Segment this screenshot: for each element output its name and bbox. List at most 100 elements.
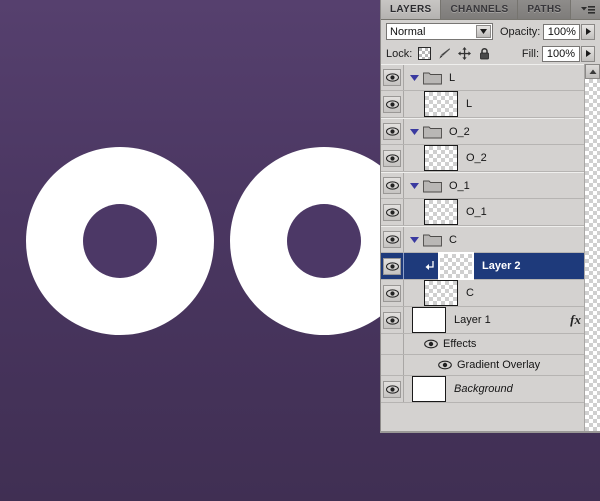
effects-row-body[interactable]: Effects xyxy=(404,334,600,354)
chevron-down-icon[interactable] xyxy=(408,179,421,192)
layer-visibility-toggle[interactable] xyxy=(381,280,404,306)
layer-name: Background xyxy=(454,383,513,395)
lock-all-icon[interactable] xyxy=(478,47,491,60)
layer-row-body[interactable]: Background xyxy=(404,376,600,402)
layer-visibility-toggle[interactable] xyxy=(381,65,404,90)
layer-row[interactable]: Layer 1 fx xyxy=(381,307,600,334)
panel-menu-icon[interactable] xyxy=(580,4,596,16)
layer-visibility-toggle[interactable] xyxy=(381,307,404,333)
fill-group: Fill: 100% xyxy=(521,45,595,62)
tab-channels-label: CHANNELS xyxy=(450,4,509,15)
layer-effect-item-row[interactable]: Gradient Overlay xyxy=(381,355,600,376)
layer-visibility-toggle[interactable] xyxy=(381,227,404,252)
blend-mode-row: Normal Opacity: 100% xyxy=(381,20,600,43)
layer-list-scrollbar[interactable] xyxy=(584,64,600,431)
layer-thumbnail[interactable] xyxy=(412,376,446,402)
layer-name: C xyxy=(466,287,474,299)
layer-name: Layer 1 xyxy=(454,314,491,326)
layer-row-body[interactable]: O_1 xyxy=(404,173,600,198)
layer-thumbnail[interactable] xyxy=(438,252,474,280)
opacity-input[interactable]: 100% xyxy=(543,23,581,40)
tab-paths-label: PATHS xyxy=(527,4,562,15)
panel-bottom-edge xyxy=(380,431,600,433)
fill-label: Fill: xyxy=(521,47,539,60)
chevron-down-icon[interactable] xyxy=(408,71,421,84)
layer-row[interactable]: L xyxy=(381,91,600,118)
layer-row[interactable]: O_2 xyxy=(381,118,600,145)
tab-layers[interactable]: LAYERS xyxy=(381,0,442,19)
opacity-stepper[interactable] xyxy=(581,23,596,40)
tab-channels[interactable]: CHANNELS xyxy=(441,0,519,19)
layer-name: O_2 xyxy=(449,125,470,138)
layer-row[interactable]: L xyxy=(381,64,600,91)
layer-visibility-toggle[interactable] xyxy=(381,91,404,117)
layer-row[interactable]: C xyxy=(381,226,600,253)
layer-row[interactable]: O_1 xyxy=(381,172,600,199)
layer-visibility-toggle[interactable] xyxy=(381,199,404,225)
layer-row[interactable]: O_2 xyxy=(381,145,600,172)
layer-name: Layer 2 xyxy=(482,260,521,272)
chevron-down-icon[interactable] xyxy=(475,25,491,38)
eye-icon[interactable] xyxy=(424,339,438,350)
chevron-down-icon[interactable] xyxy=(408,125,421,138)
panel-tab-bar: LAYERS CHANNELS PATHS xyxy=(381,0,600,20)
layer-visibility-toggle[interactable] xyxy=(381,253,404,279)
ring-hole xyxy=(83,204,157,278)
blend-mode-select[interactable]: Normal xyxy=(386,23,493,40)
layer-row-body[interactable]: Layer 2 xyxy=(404,252,600,280)
eye-icon xyxy=(383,311,401,329)
eye-icon xyxy=(383,380,401,398)
layer-row-body[interactable]: C xyxy=(404,227,600,252)
layer-row[interactable]: C xyxy=(381,280,600,307)
layer-name: C xyxy=(449,233,457,246)
layer-name: L xyxy=(449,71,456,84)
layer-visibility-toggle[interactable] xyxy=(381,173,404,198)
lock-image-icon[interactable] xyxy=(438,47,451,60)
effects-eye-spacer xyxy=(381,355,404,375)
layer-effects-row[interactable]: Effects xyxy=(381,334,600,355)
layer-thumbnail[interactable] xyxy=(424,91,458,117)
effects-label: Effects xyxy=(443,338,477,350)
layer-row-body[interactable]: O_1 xyxy=(404,199,600,225)
layer-row-body[interactable]: L xyxy=(404,91,600,117)
layer-thumbnail[interactable] xyxy=(424,145,458,171)
layer-row-body[interactable]: L xyxy=(404,65,600,90)
layer-row[interactable]: Layer 2 xyxy=(381,252,600,280)
lock-position-icon[interactable] xyxy=(458,47,472,60)
scroll-up-icon xyxy=(589,69,596,74)
opacity-label: Opacity: xyxy=(499,25,541,38)
tab-paths[interactable]: PATHS xyxy=(518,0,572,19)
lock-row: Lock: Fill: 100% xyxy=(381,43,600,65)
scroll-up-button[interactable] xyxy=(585,64,600,79)
layer-row-body[interactable]: O_2 xyxy=(404,145,600,171)
layer-visibility-toggle[interactable] xyxy=(381,376,404,402)
effect-item-body[interactable]: Gradient Overlay xyxy=(404,355,600,375)
fill-value: 100% xyxy=(546,47,576,60)
scrollbar-track[interactable] xyxy=(585,79,600,431)
chevron-down-icon[interactable] xyxy=(408,233,421,246)
lock-label: Lock: xyxy=(386,47,413,60)
layer-row[interactable]: Background xyxy=(381,376,600,403)
eye-icon xyxy=(383,203,401,221)
folder-icon xyxy=(423,178,442,193)
eye-icon xyxy=(383,123,401,140)
layer-row-body[interactable]: C xyxy=(404,280,600,306)
opacity-value: 100% xyxy=(547,25,576,38)
fill-input[interactable]: 100% xyxy=(542,45,580,62)
fx-icon[interactable]: fx xyxy=(570,312,581,328)
layer-row-body[interactable]: O_2 xyxy=(404,119,600,144)
effects-eye-spacer xyxy=(381,334,404,354)
canvas-ring-shape-1 xyxy=(26,147,214,335)
layer-visibility-toggle[interactable] xyxy=(381,145,404,171)
layer-list[interactable]: L L O_2 O_2 O_1 O_1 C Layer 2 C Layer 1 … xyxy=(381,64,600,431)
layer-thumbnail[interactable] xyxy=(412,307,446,333)
lock-transparency-icon[interactable] xyxy=(418,47,432,60)
layer-visibility-toggle[interactable] xyxy=(381,119,404,144)
fill-stepper[interactable] xyxy=(581,45,595,62)
eye-icon xyxy=(383,284,401,302)
layer-thumbnail[interactable] xyxy=(424,280,458,306)
eye-icon[interactable] xyxy=(438,360,452,371)
layer-row-body[interactable]: Layer 1 fx xyxy=(404,307,600,333)
layer-thumbnail[interactable] xyxy=(424,199,458,225)
layer-row[interactable]: O_1 xyxy=(381,199,600,226)
